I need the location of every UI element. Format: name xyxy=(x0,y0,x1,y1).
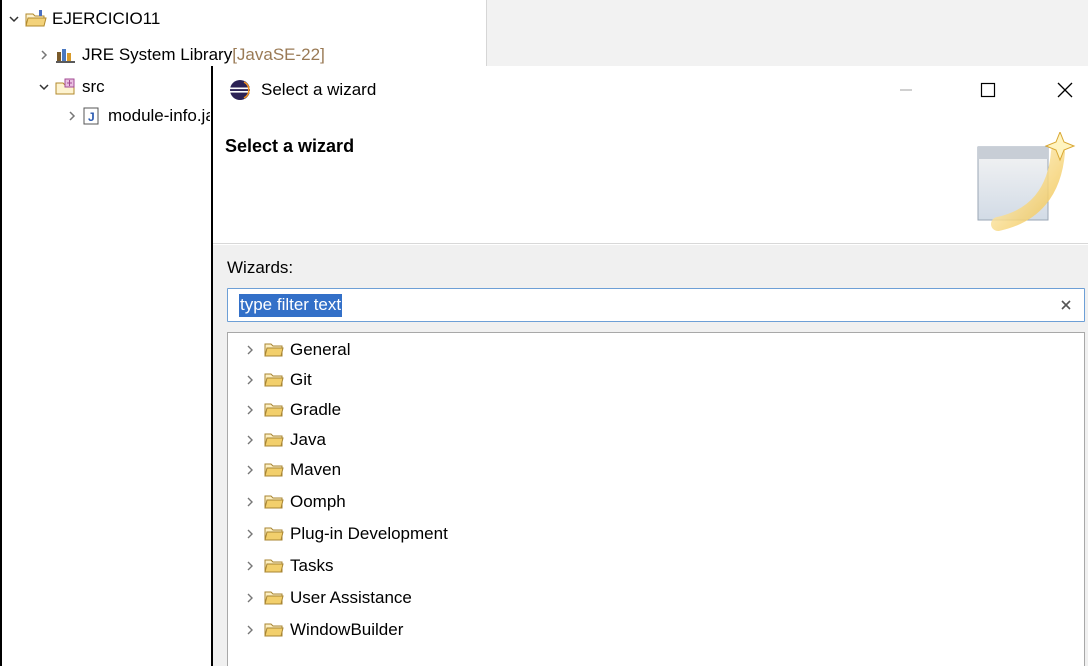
chevron-right-icon[interactable] xyxy=(242,560,258,572)
tree-item-jre-library[interactable]: JRE System Library [JavaSE-22] xyxy=(36,42,325,68)
folder-icon xyxy=(264,526,284,542)
folder-icon xyxy=(264,432,284,448)
wizard-category-label: Java xyxy=(290,430,326,449)
chevron-right-icon[interactable] xyxy=(242,374,258,386)
tree-item-label: module-info.java xyxy=(108,106,210,125)
wizards-label: Wizards: xyxy=(227,258,294,277)
folder-icon xyxy=(264,372,284,388)
wizard-category-windowbuilder[interactable]: WindowBuilder xyxy=(242,615,403,645)
wizard-category-label: Plug-in Development xyxy=(290,524,448,543)
dialog-banner: Select a wizard xyxy=(213,114,1088,244)
tree-item-label: src xyxy=(82,77,105,96)
tree-item-label: JRE System Library xyxy=(82,45,233,64)
filter-input[interactable]: type filter text xyxy=(227,288,1085,322)
close-button[interactable] xyxy=(1035,66,1088,114)
wizard-category-label: WindowBuilder xyxy=(290,620,404,639)
java-file-icon: J xyxy=(81,107,103,125)
wizard-category-tasks[interactable]: Tasks xyxy=(242,551,333,581)
wizard-category-label: Maven xyxy=(290,460,342,479)
dialog-content: Wizards: type filter text General Git Gr… xyxy=(213,245,1088,666)
folder-icon xyxy=(264,402,284,418)
folder-icon xyxy=(264,590,284,606)
chevron-right-icon[interactable] xyxy=(242,624,258,636)
wizard-category-label: Oomph xyxy=(290,492,346,511)
select-wizard-dialog: Select a wizard Select a wizard Wizards:… xyxy=(211,66,1088,666)
tree-item-label: EJERCICIO11 xyxy=(52,9,161,28)
eclipse-icon xyxy=(229,79,251,101)
clear-icon[interactable] xyxy=(1056,295,1076,315)
minimize-button[interactable] xyxy=(876,66,936,114)
package-folder-icon xyxy=(55,78,77,96)
minimize-icon xyxy=(900,89,912,91)
chevron-right-icon[interactable] xyxy=(242,496,258,508)
library-icon xyxy=(55,46,77,64)
wizard-category-oomph[interactable]: Oomph xyxy=(242,487,346,517)
project-icon xyxy=(25,10,47,28)
tree-item-module-info[interactable]: J module-info.java xyxy=(66,103,210,129)
wizard-category-git[interactable]: Git xyxy=(242,365,312,395)
wizard-category-general[interactable]: General xyxy=(242,335,350,365)
wizard-category-label: Git xyxy=(290,370,312,389)
wizard-category-label: General xyxy=(290,340,351,359)
tree-item-suffix: [JavaSE-22] xyxy=(232,45,325,64)
dialog-titlebar[interactable]: Select a wizard xyxy=(213,66,1088,114)
tree-item-src[interactable]: src xyxy=(36,74,105,100)
close-icon xyxy=(1057,82,1073,98)
chevron-right-icon[interactable] xyxy=(242,592,258,604)
wizard-tree[interactable]: General Git Gradle Java Maven Oomph Plug… xyxy=(227,332,1085,666)
chevron-right-icon[interactable] xyxy=(242,404,258,416)
folder-icon xyxy=(264,622,284,638)
maximize-icon xyxy=(980,82,996,98)
chevron-right-icon[interactable] xyxy=(66,108,78,124)
folder-icon xyxy=(264,342,284,358)
chevron-right-icon[interactable] xyxy=(36,47,52,63)
dialog-title: Select a wizard xyxy=(261,80,377,99)
wizard-banner-icon xyxy=(968,130,1088,232)
wizard-category-java[interactable]: Java xyxy=(242,425,326,455)
chevron-right-icon[interactable] xyxy=(242,528,258,540)
banner-title: Select a wizard xyxy=(225,136,355,156)
chevron-right-icon[interactable] xyxy=(242,434,258,446)
wizard-category-plugin-development[interactable]: Plug-in Development xyxy=(242,519,448,549)
svg-text:J: J xyxy=(88,110,95,124)
chevron-right-icon[interactable] xyxy=(242,464,258,476)
wizard-category-label: Tasks xyxy=(290,556,334,575)
wizard-category-gradle[interactable]: Gradle xyxy=(242,395,341,425)
chevron-right-icon[interactable] xyxy=(242,344,258,356)
wizard-category-user-assistance[interactable]: User Assistance xyxy=(242,583,412,613)
chevron-down-icon[interactable] xyxy=(6,11,22,27)
wizard-category-maven[interactable]: Maven xyxy=(242,455,341,485)
folder-icon xyxy=(264,462,284,478)
filter-input-value[interactable]: type filter text xyxy=(239,293,343,317)
wizard-category-label: User Assistance xyxy=(290,588,412,607)
wizard-category-label: Gradle xyxy=(290,400,342,419)
folder-icon xyxy=(264,558,284,574)
tree-item-project[interactable]: EJERCICIO11 xyxy=(6,6,160,32)
chevron-down-icon[interactable] xyxy=(36,79,52,95)
maximize-button[interactable] xyxy=(958,66,1018,114)
folder-icon xyxy=(264,494,284,510)
